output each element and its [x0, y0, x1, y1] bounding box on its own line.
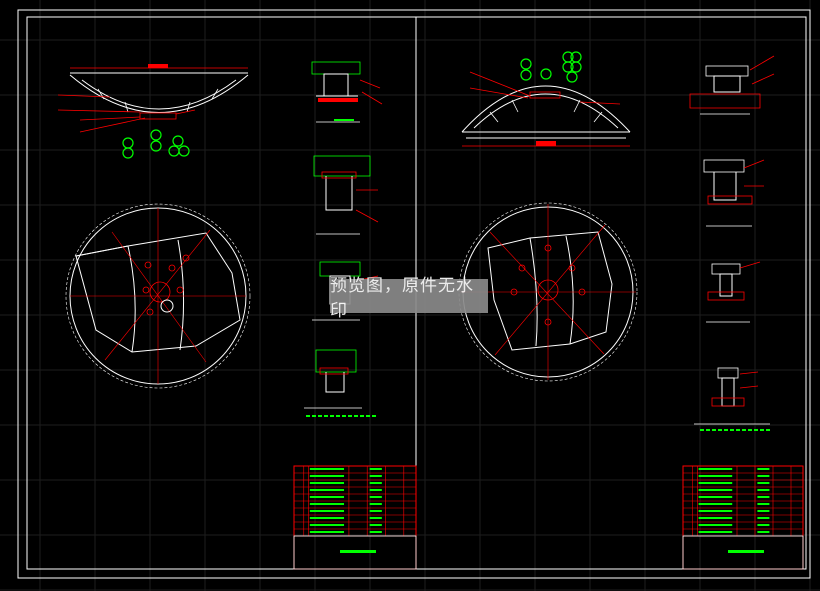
title-block-entry	[369, 524, 382, 526]
title-block-entry	[757, 510, 770, 512]
title-block-entry	[698, 517, 733, 519]
right-sheet	[458, 51, 804, 570]
title-block-entry	[309, 496, 345, 498]
title-block-entry	[369, 468, 382, 470]
title-block-entry	[757, 503, 770, 505]
title-block-entry	[698, 489, 733, 491]
title-block-entry	[309, 510, 345, 512]
title-block-entry	[698, 524, 733, 526]
title-block-entry	[369, 517, 382, 519]
title-block-entry	[757, 482, 770, 484]
title-block-entry	[698, 475, 733, 477]
title-block-entry	[698, 531, 733, 533]
right-detail-1	[689, 55, 775, 115]
left-plan-view	[65, 203, 251, 389]
title-block-entry	[309, 475, 345, 477]
title-block-entry	[757, 475, 770, 477]
left-detail-1	[311, 61, 383, 123]
right-dish-elevation	[461, 51, 631, 147]
title-block-entry	[698, 496, 733, 498]
title-block-entry	[757, 524, 770, 526]
title-block-entry	[757, 489, 770, 491]
title-block-entry	[369, 475, 382, 477]
title-block-entry	[369, 531, 382, 533]
left-dish-elevation	[57, 64, 249, 159]
title-block-entry	[369, 496, 382, 498]
title-block-entry	[369, 482, 382, 484]
right-title-block	[682, 465, 804, 570]
preview-watermark: 预览图，原件无水印	[330, 276, 488, 321]
title-block-entry	[309, 531, 345, 533]
title-block-entry	[698, 510, 733, 512]
left-nozzle-callouts	[122, 129, 190, 159]
title-block-entry	[698, 503, 733, 505]
title-block-entry	[757, 468, 770, 470]
title-block-entry	[757, 531, 770, 533]
title-block-entry	[309, 517, 345, 519]
title-block-entry	[309, 503, 345, 505]
title-block-entry	[369, 489, 382, 491]
right-detail-3	[706, 261, 761, 323]
left-title-block	[293, 465, 417, 570]
title-block-entry	[369, 503, 382, 505]
left-dish-leaders	[57, 94, 196, 133]
title-block-entry	[757, 496, 770, 498]
title-block-entry	[309, 482, 345, 484]
right-detail-4	[694, 367, 770, 431]
title-block-entry	[757, 517, 770, 519]
title-block-entry	[309, 524, 345, 526]
title-block-entry	[309, 489, 345, 491]
title-block-entry	[369, 510, 382, 512]
left-detail-2	[313, 155, 379, 235]
title-block-entry	[698, 482, 733, 484]
title-block-entry	[309, 468, 345, 470]
title-block-entry	[698, 468, 733, 470]
